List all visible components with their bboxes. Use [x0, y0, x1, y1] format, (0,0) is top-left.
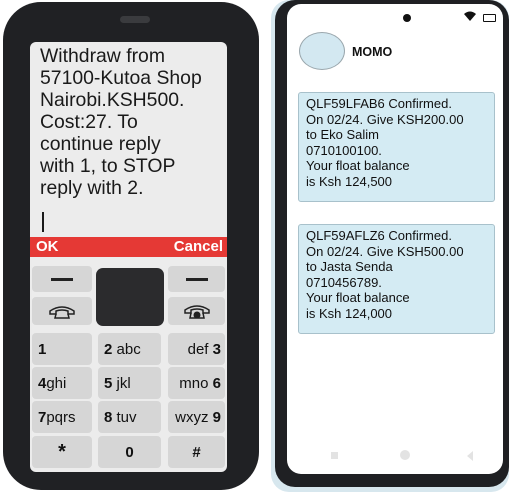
softkey-bar: OK Cancel: [30, 237, 227, 257]
smartphone: MOMO QLF59LFAB6 Confirmed. On 02/24. Giv…: [271, 0, 509, 492]
key-0[interactable]: 0: [98, 436, 161, 468]
call-button[interactable]: [32, 297, 92, 325]
key-4[interactable]: 4 ghi: [32, 367, 92, 399]
dash-icon: [51, 277, 73, 281]
dash-icon: [185, 277, 208, 281]
feature-phone-screen: Withdraw from 57100-Kutoa Shop Nairobi.K…: [30, 42, 227, 472]
ok-softkey[interactable]: OK: [36, 238, 59, 255]
key-star[interactable]: *: [32, 436, 92, 468]
earpiece: [120, 16, 150, 23]
cancel-softkey[interactable]: Cancel: [174, 238, 223, 255]
key-3[interactable]: def 3: [168, 333, 225, 365]
back-icon[interactable]: [467, 451, 473, 461]
end-call-icon: [183, 305, 210, 319]
end-call-button[interactable]: [168, 297, 225, 325]
right-softkey-button[interactable]: [168, 266, 225, 292]
wifi-icon: [464, 11, 476, 21]
message-bubble[interactable]: QLF59LFAB6 Confirmed. On 02/24. Give KSH…: [298, 92, 495, 202]
sms-screen: MOMO QLF59LFAB6 Confirmed. On 02/24. Giv…: [287, 4, 503, 474]
battery-icon: [483, 14, 496, 22]
phone-icon: [49, 306, 75, 319]
key-7[interactable]: 7 pqrs: [32, 401, 92, 433]
key-6[interactable]: mno 6: [168, 367, 225, 399]
recent-apps-icon[interactable]: [331, 452, 338, 459]
home-icon[interactable]: [400, 450, 410, 460]
key-2[interactable]: 2 abc: [98, 333, 161, 365]
text-cursor: [42, 212, 44, 232]
contact-avatar[interactable]: [299, 32, 345, 70]
ussd-message: Withdraw from 57100-Kutoa Shop Nairobi.K…: [40, 45, 202, 199]
key-1[interactable]: 1: [32, 333, 92, 365]
left-softkey-button[interactable]: [32, 266, 92, 292]
feature-phone: Withdraw from 57100-Kutoa Shop Nairobi.K…: [3, 2, 259, 490]
key-hash[interactable]: #: [168, 436, 225, 468]
key-9[interactable]: wxyz 9: [168, 401, 225, 433]
key-8[interactable]: 8 tuv: [98, 401, 161, 433]
navigation-key[interactable]: [96, 268, 164, 326]
smartphone-frame: MOMO QLF59LFAB6 Confirmed. On 02/24. Giv…: [275, 0, 509, 487]
key-5[interactable]: 5 jkl: [98, 367, 161, 399]
front-camera: [403, 14, 411, 22]
contact-name: MOMO: [352, 45, 393, 59]
message-bubble[interactable]: QLF59AFLZ6 Confirmed. On 02/24. Give KSH…: [298, 224, 495, 334]
